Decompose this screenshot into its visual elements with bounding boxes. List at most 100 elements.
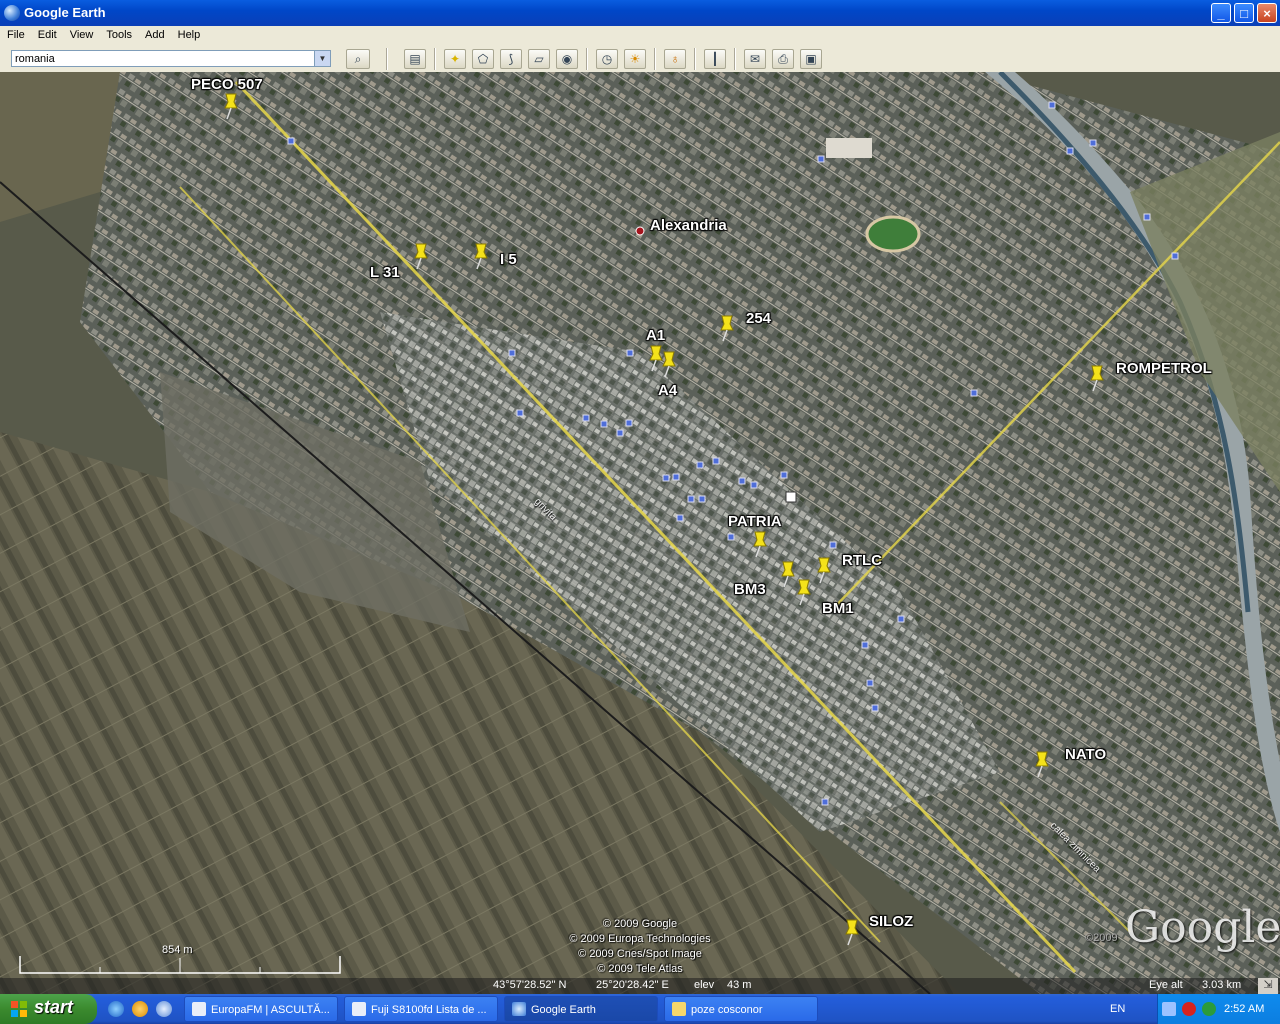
add-image-overlay-button[interactable]: ▱ xyxy=(528,49,550,69)
menu-add[interactable]: Add xyxy=(138,26,171,41)
copyright-text: © 2009 Tele Atlas xyxy=(597,963,683,975)
copyright-text: © 2009 Europa Technologies xyxy=(569,933,711,945)
sidebar-icon: ▤ xyxy=(409,52,421,66)
historical-imagery-icon: ◷ xyxy=(601,52,613,66)
maximize-button[interactable]: □ xyxy=(1234,3,1254,23)
placemark-label[interactable]: I 5 xyxy=(500,251,517,268)
longitude: 25°20'28.42" E xyxy=(596,979,669,991)
copyright-text: © 2009 Cnes/Spot Image xyxy=(578,948,702,960)
chevron-down-icon[interactable]: ▼ xyxy=(314,51,330,66)
add-path-button[interactable]: ⟆ xyxy=(500,49,522,69)
placemark-label[interactable]: 254 xyxy=(746,310,771,327)
placemark-label[interactable]: A1 xyxy=(646,327,665,344)
menu-file[interactable]: File xyxy=(0,26,31,41)
system-tray: 2:52 AM xyxy=(1157,994,1280,1024)
pushpin-icon[interactable] xyxy=(718,314,736,342)
resize-grip-icon[interactable]: ⇲ xyxy=(1258,978,1278,994)
pushpin-icon[interactable] xyxy=(660,350,678,378)
placemark-label[interactable]: BM3 xyxy=(734,581,766,598)
browser-icon xyxy=(192,1002,206,1016)
start-label: start xyxy=(34,997,74,1017)
pushpin-icon[interactable] xyxy=(412,242,430,270)
image-overlay-icon: ▱ xyxy=(534,52,544,66)
google-earth-icon xyxy=(4,5,20,21)
logo-copyright: ©2009 xyxy=(1085,932,1118,944)
toolbar-separator xyxy=(586,48,588,70)
toolbar-separator xyxy=(654,48,656,70)
window-title: Google Earth xyxy=(24,5,106,20)
taskbar-item-google-earth[interactable]: Google Earth xyxy=(504,996,658,1022)
eye-alt-label: Eye alt xyxy=(1149,979,1183,991)
map-view[interactable]: Alexandria PECO 507 L 31 I 5 254 A1 A4 R… xyxy=(0,72,1280,994)
pushpin-icon[interactable] xyxy=(843,918,861,946)
pushpin-icon[interactable] xyxy=(751,530,769,558)
email-button[interactable]: ✉ xyxy=(744,49,766,69)
windows-logo-icon xyxy=(11,1001,27,1017)
search-input[interactable] xyxy=(15,52,305,65)
email-icon: ✉ xyxy=(749,52,761,66)
google-logo: Google xyxy=(1125,902,1280,953)
placemark-label[interactable]: RTLC xyxy=(842,552,882,569)
taskbar-item-europafm[interactable]: EuropaFM | ASCULTĂ... xyxy=(184,996,338,1022)
sunlight-button[interactable]: ☀ xyxy=(624,49,646,69)
placemark-label[interactable]: PATRIA xyxy=(728,513,782,530)
placemark-label[interactable]: NATO xyxy=(1065,746,1106,763)
taskbar-item-poze-cosconor[interactable]: poze cosconor xyxy=(664,996,818,1022)
record-tour-button[interactable]: ◉ xyxy=(556,49,578,69)
browser-icon xyxy=(352,1002,366,1016)
placemark-label[interactable]: A4 xyxy=(658,382,677,399)
scale-bar xyxy=(19,956,341,974)
minimize-button[interactable]: _ xyxy=(1211,3,1231,23)
menu-edit[interactable]: Edit xyxy=(31,26,63,41)
pushpin-icon[interactable] xyxy=(1088,364,1106,392)
search-combobox[interactable]: ▼ xyxy=(11,50,331,67)
media-player-icon[interactable] xyxy=(132,1001,148,1017)
add-polygon-button[interactable]: ⬠ xyxy=(472,49,494,69)
taskbar: start EuropaFM | ASCULTĂ... Fuji S8100fd… xyxy=(0,994,1280,1024)
placemark-label[interactable]: PECO 507 xyxy=(191,76,263,93)
latitude: 43°57'28.52" N xyxy=(493,979,567,991)
historical-imagery-button[interactable]: ◷ xyxy=(596,49,618,69)
placemark-label[interactable]: BM1 xyxy=(822,600,854,617)
antivirus-icon[interactable] xyxy=(1182,1002,1196,1016)
toolbar-separator xyxy=(386,48,388,70)
search-button[interactable]: ⌕ xyxy=(346,49,370,69)
title-bar[interactable]: Google Earth _ □ × xyxy=(0,0,1280,26)
language-indicator[interactable]: EN xyxy=(1110,1003,1125,1015)
add-placemark-button[interactable]: ✦ xyxy=(444,49,466,69)
start-button[interactable]: start xyxy=(0,994,97,1024)
ie-icon[interactable] xyxy=(108,1001,124,1017)
close-button[interactable]: × xyxy=(1257,3,1277,23)
pushpin-icon[interactable] xyxy=(472,242,490,270)
ruler-button[interactable]: ┃ xyxy=(704,49,726,69)
planets-icon: ♁ xyxy=(670,52,680,66)
ruler-icon: ┃ xyxy=(711,52,719,66)
network-icon[interactable] xyxy=(1202,1002,1216,1016)
elevation-label: elev xyxy=(694,979,715,991)
placemark-label[interactable]: SILOZ xyxy=(869,913,913,930)
save-image-button[interactable]: ▣ xyxy=(800,49,822,69)
menu-help[interactable]: Help xyxy=(171,26,207,41)
placemark-label[interactable]: ROMPETROL xyxy=(1116,360,1212,377)
menu-tools[interactable]: Tools xyxy=(99,26,138,41)
folder-icon xyxy=(672,1002,686,1016)
tray-arrow-icon[interactable] xyxy=(1162,1002,1176,1016)
pushpin-icon[interactable] xyxy=(1033,750,1051,778)
city-label[interactable]: Alexandria xyxy=(650,217,727,234)
pushpin-icon[interactable] xyxy=(222,92,240,120)
taskbar-item-fuji[interactable]: Fuji S8100fd Lista de ... xyxy=(344,996,498,1022)
sidebar-button[interactable]: ▤ xyxy=(404,49,426,69)
print-button[interactable]: ⎙ xyxy=(772,49,794,69)
path-icon: ⟆ xyxy=(508,52,514,66)
menu-view[interactable]: View xyxy=(63,26,100,41)
clock[interactable]: 2:52 AM xyxy=(1224,1003,1264,1015)
placemark-label[interactable]: L 31 xyxy=(370,264,400,281)
pushpin-icon[interactable] xyxy=(815,556,833,584)
google-earth-icon xyxy=(512,1002,526,1016)
planets-button[interactable]: ♁ xyxy=(664,49,686,69)
toolbar-separator xyxy=(694,48,696,70)
messenger-icon[interactable] xyxy=(156,1001,172,1017)
elevation-value: 43 m xyxy=(727,979,752,991)
copyright-text: © 2009 Google xyxy=(602,918,678,930)
pushpin-icon[interactable] xyxy=(795,578,813,606)
